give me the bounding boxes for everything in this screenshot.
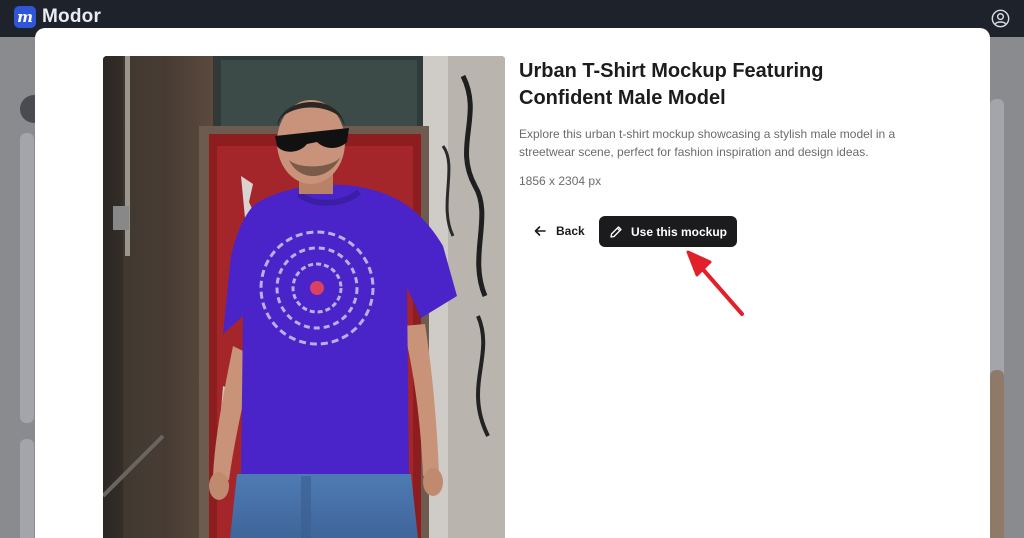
tshirt-model-photo: [103, 56, 505, 538]
modor-logo-icon: m: [14, 6, 36, 28]
account-circle-icon[interactable]: [991, 9, 1010, 28]
use-this-mockup-button[interactable]: Use this mockup: [599, 216, 737, 247]
mockup-description: Explore this urban t-shirt mockup showca…: [519, 127, 896, 159]
mockup-detail-modal: Urban T-Shirt Mockup Featuring Confident…: [35, 28, 990, 538]
brand[interactable]: m Modor: [14, 6, 101, 28]
background-card: [20, 133, 34, 423]
arrow-left-icon: [534, 226, 546, 236]
background-card: [990, 370, 1004, 538]
pencil-icon: [610, 225, 622, 238]
brand-name: Modor: [42, 6, 102, 27]
background-card: [990, 99, 1004, 389]
mockup-title: Urban T-Shirt Mockup Featuring Confident…: [519, 60, 824, 109]
background-card: [20, 439, 34, 538]
back-button[interactable]: Back: [525, 216, 593, 246]
image-dimensions: 1856 x 2304 px: [519, 174, 602, 188]
use-this-mockup-label: Use this mockup: [630, 224, 728, 239]
back-button-label: Back: [556, 224, 585, 238]
mockup-preview-image: [103, 56, 505, 538]
